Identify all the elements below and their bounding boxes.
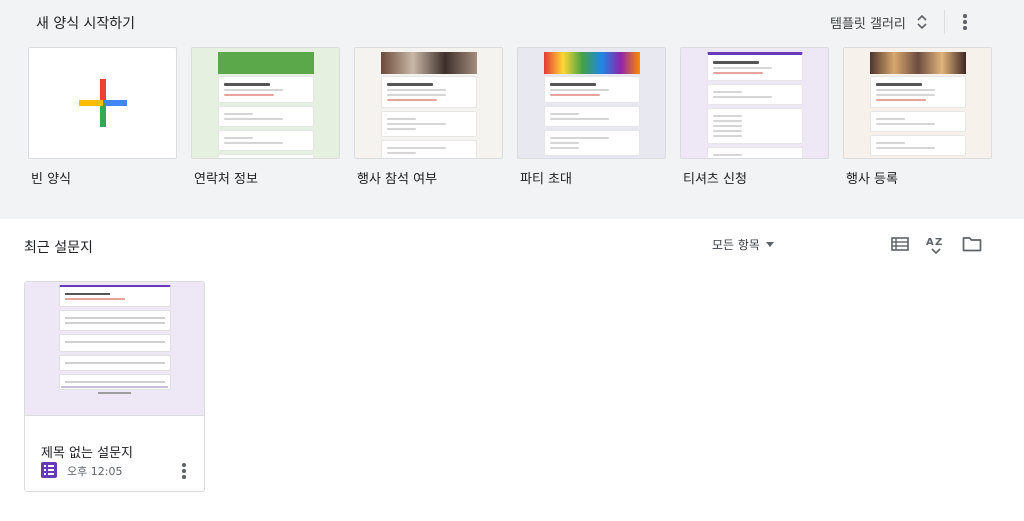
template-banner-image	[218, 52, 314, 74]
template-label: 티셔츠 신청	[683, 172, 747, 187]
form-more-button[interactable]	[175, 460, 193, 482]
template-section: 새 양식 시작하기 템플릿 갤러리 빈 양식 연락처 정보 행사 참석 여부 파…	[0, 0, 1024, 219]
section-title: 새 양식 시작하기	[36, 16, 136, 32]
plus-icon	[78, 79, 127, 127]
template-banner-image	[870, 52, 966, 74]
template-thumbnail	[517, 47, 666, 159]
unfold-more-icon	[917, 14, 927, 30]
more-vert-icon	[963, 14, 967, 30]
template-tshirt-signup[interactable]: 티셔츠 신청	[680, 47, 829, 187]
template-label: 행사 등록	[846, 172, 898, 187]
recent-form-card[interactable]: 제목 없는 설문지 오후 12:05	[24, 281, 205, 492]
list-view-icon	[891, 237, 909, 251]
template-label: 연락처 정보	[194, 172, 258, 187]
sort-az-icon: A Z	[926, 237, 942, 255]
google-forms-icon	[41, 462, 57, 478]
template-gallery-button[interactable]: 템플릿 갤러리	[824, 8, 934, 36]
folder-icon	[962, 237, 982, 252]
list-view-button[interactable]	[888, 232, 912, 256]
sort-button[interactable]: A Z	[924, 232, 948, 256]
form-title: 제목 없는 설문지	[41, 446, 133, 461]
folder-button[interactable]	[960, 232, 984, 256]
svg-text:Z: Z	[935, 237, 942, 248]
template-thumbnail	[843, 47, 992, 159]
template-thumbnail	[191, 47, 340, 159]
dropdown-arrow-icon	[765, 242, 774, 247]
template-party-invite[interactable]: 파티 초대	[517, 47, 666, 187]
template-label: 행사 참석 여부	[357, 172, 438, 187]
template-thumbnail	[28, 47, 177, 159]
template-thumbnail	[354, 47, 503, 159]
template-label: 빈 양식	[31, 172, 72, 187]
template-event-registration[interactable]: 행사 등록	[843, 47, 992, 187]
form-modified-time: 오후 12:05	[67, 465, 123, 478]
template-more-button[interactable]	[954, 9, 976, 35]
template-label: 파티 초대	[520, 172, 572, 187]
recent-forms-title: 최근 설문지	[24, 240, 93, 256]
toolbar-divider	[944, 10, 945, 34]
form-preview	[25, 282, 204, 416]
template-event-rsvp[interactable]: 행사 참석 여부	[354, 47, 503, 187]
owner-filter-label: 모든 항목	[712, 238, 760, 252]
more-vert-icon	[182, 463, 186, 479]
template-contact-info[interactable]: 연락처 정보	[191, 47, 340, 187]
template-banner-image	[381, 52, 477, 74]
template-thumbnail	[680, 47, 829, 159]
svg-text:A: A	[926, 237, 934, 248]
template-banner-image	[544, 52, 640, 74]
owner-filter-dropdown[interactable]: 모든 항목	[712, 236, 774, 253]
template-gallery-label: 템플릿 갤러리	[830, 16, 906, 32]
template-blank[interactable]: 빈 양식	[28, 47, 177, 187]
